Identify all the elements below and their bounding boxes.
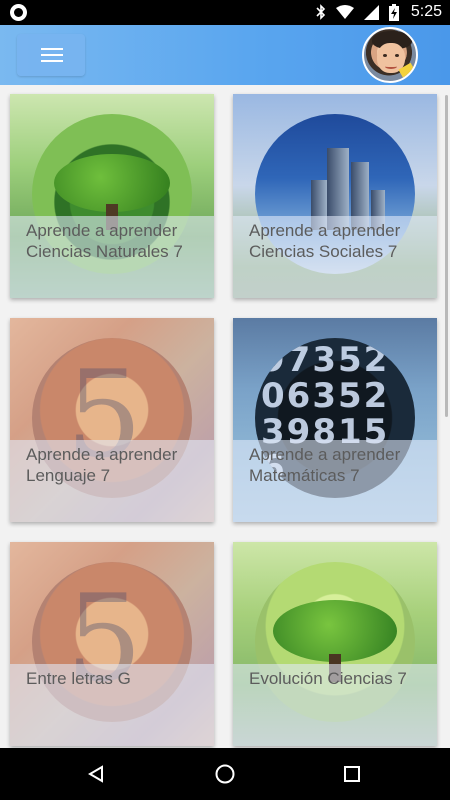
home-circle-icon[interactable] bbox=[195, 748, 255, 800]
battery-charging-icon bbox=[388, 3, 399, 21]
scrollbar[interactable] bbox=[445, 95, 448, 417]
course-card[interactable]: Evolución Ciencias 7 bbox=[233, 542, 437, 746]
course-card[interactable]: 9735206352398156 Aprende a aprender Mate… bbox=[233, 318, 437, 522]
notification-icon bbox=[10, 4, 27, 21]
status-time: 5:25 bbox=[410, 3, 442, 20]
signal-icon bbox=[363, 4, 379, 20]
user-avatar[interactable] bbox=[362, 27, 418, 83]
status-icons: 5:25 bbox=[316, 3, 442, 21]
recent-square-icon[interactable] bbox=[322, 748, 382, 800]
course-card[interactable]: 5 Entre letras G bbox=[10, 542, 214, 746]
course-title: Aprende a aprender Ciencias Sociales 7 bbox=[233, 216, 437, 298]
bluetooth-icon bbox=[316, 4, 326, 20]
course-card[interactable]: Aprende a aprender Ciencias Sociales 7 bbox=[233, 94, 437, 298]
hamburger-menu-icon[interactable] bbox=[17, 34, 85, 76]
course-title: Aprende a aprender Matemáticas 7 bbox=[233, 440, 437, 522]
status-bar: 5:25 bbox=[0, 0, 450, 25]
course-title: Evolución Ciencias 7 bbox=[233, 664, 437, 746]
course-title: Entre letras G bbox=[10, 664, 214, 746]
navigation-bar bbox=[0, 748, 450, 800]
course-grid: Aprende a aprender Ciencias Naturales 7 … bbox=[0, 85, 450, 748]
app-bar bbox=[0, 25, 450, 85]
back-triangle-icon[interactable] bbox=[66, 748, 126, 800]
course-title: Aprende a aprender Lenguaje 7 bbox=[10, 440, 214, 522]
course-card[interactable]: Aprende a aprender Ciencias Naturales 7 bbox=[10, 94, 214, 298]
wifi-icon bbox=[335, 5, 354, 19]
course-card[interactable]: 5 Aprende a aprender Lenguaje 7 bbox=[10, 318, 214, 522]
course-title: Aprende a aprender Ciencias Naturales 7 bbox=[10, 216, 214, 298]
